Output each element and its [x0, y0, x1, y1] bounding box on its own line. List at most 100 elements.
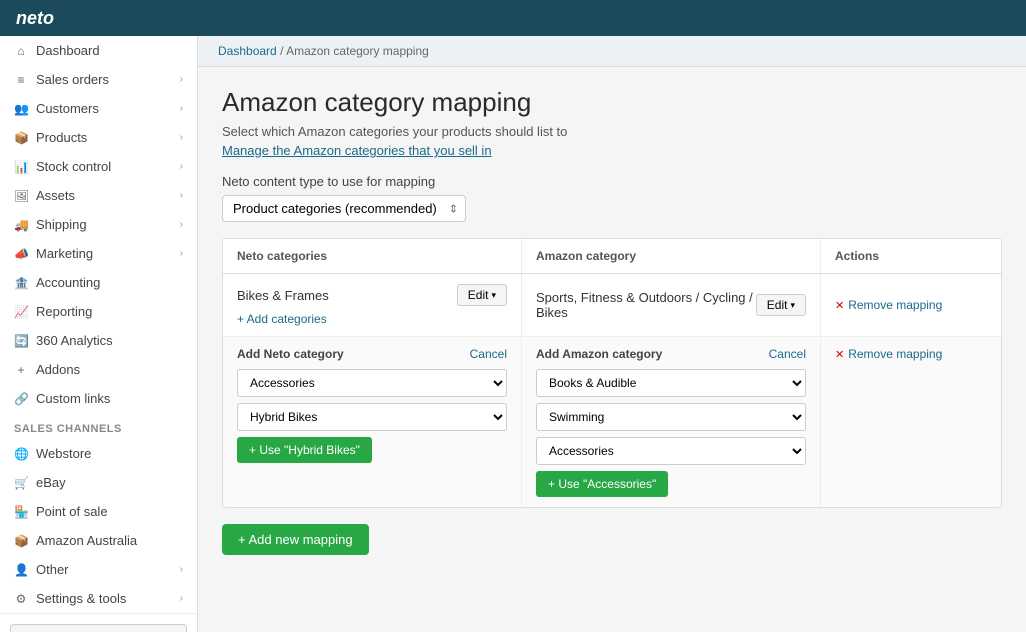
manage-categories-link[interactable]: Manage the Amazon categories that you se… [222, 143, 492, 158]
custom-links-icon: 🔗 [14, 392, 28, 406]
sidebar-item-label: Settings & tools [36, 591, 126, 606]
sidebar-item-label: Webstore [36, 446, 91, 461]
sidebar-item-label: Assets [36, 188, 75, 203]
use-hybrid-bikes-button[interactable]: + Use "Hybrid Bikes" [237, 437, 372, 463]
add-amazon-cancel[interactable]: Cancel [769, 347, 806, 361]
td-neto-cat: Bikes & Frames Edit ▾ + Add categories [223, 274, 522, 336]
sidebar-item-label: Products [36, 130, 87, 145]
products-icon: 📦 [14, 131, 28, 145]
mapping-type-label: Neto content type to use for mapping [222, 174, 1002, 189]
chevron-icon: › [180, 564, 183, 575]
sidebar-item-label: Custom links [36, 391, 110, 406]
sidebar-item-label: Accounting [36, 275, 100, 290]
sidebar-item-addons[interactable]: + Addons [0, 355, 197, 384]
neto-category-select-1[interactable]: Accessories [237, 369, 507, 397]
sidebar-item-label: Sales orders [36, 72, 109, 87]
row-main: Bikes & Frames Edit ▾ + Add categories S… [223, 274, 1001, 336]
sales-orders-icon: ≡ [14, 73, 28, 87]
mapping-type-select-wrapper: Product categories (recommended) [222, 195, 466, 222]
chevron-icon: › [180, 190, 183, 201]
sales-channels-section-label: Sales channels [0, 413, 197, 439]
sidebar-item-point-of-sale[interactable]: 🏪 Point of sale [0, 497, 197, 526]
sidebar-item-dashboard[interactable]: ⌂ Dashboard [0, 36, 197, 65]
reporting-icon: 📈 [14, 305, 28, 319]
mapping-table: Neto categories Amazon category Actions … [222, 238, 1002, 508]
chevron-icon: › [180, 132, 183, 143]
amazon-category-name: Sports, Fitness & Outdoors / Cycling / B… [536, 290, 756, 320]
sidebar-item-marketing[interactable]: 📣 Marketing › [0, 239, 197, 268]
content-area: Amazon category mapping Select which Ama… [198, 67, 1026, 575]
sidebar-item-label: Stock control [36, 159, 111, 174]
chevron-icon: › [180, 103, 183, 114]
assets-icon: 🖼 [14, 189, 28, 203]
add-amazon-td: Add Amazon category Cancel Books & Audib… [522, 337, 821, 507]
settings-icon: ⚙ [14, 592, 28, 606]
sidebar-item-ebay[interactable]: 🛒 eBay [0, 468, 197, 497]
edit-chevron-icon: ▾ [491, 290, 496, 301]
add-neto-cancel[interactable]: Cancel [470, 347, 507, 361]
stock-control-icon: 📊 [14, 160, 28, 174]
sidebar-item-other[interactable]: 👤 Other › [0, 555, 197, 584]
remove-mapping-link-2[interactable]: ✕ Remove mapping [835, 347, 987, 361]
sidebar-item-360-analytics[interactable]: 🔄 360 Analytics [0, 326, 197, 355]
sidebar-item-accounting[interactable]: 🏦 Accounting [0, 268, 197, 297]
amazon-category-select-3[interactable]: Accessories [536, 437, 806, 465]
topbar: neto [0, 0, 1026, 36]
add-neto-label: Add Neto category [237, 347, 344, 361]
sidebar-item-label: Point of sale [36, 504, 108, 519]
add-neto-td: Add Neto category Cancel Accessories Hyb… [223, 337, 522, 507]
sidebar-item-label: Marketing [36, 246, 93, 261]
sidebar-item-shipping[interactable]: 🚚 Shipping › [0, 210, 197, 239]
sidebar-item-label: Reporting [36, 304, 92, 319]
sidebar-item-label: Customers [36, 101, 99, 116]
sidebar-item-label: 360 Analytics [36, 333, 113, 348]
add-actions-td: ✕ Remove mapping [821, 337, 1001, 507]
edit-chevron-icon: ▾ [790, 300, 795, 311]
mapping-type-select[interactable]: Product categories (recommended) [222, 195, 466, 222]
td-actions: ✕ Remove mapping [821, 274, 1001, 336]
table-header: Neto categories Amazon category Actions [223, 239, 1001, 274]
analytics-icon: 🔄 [14, 334, 28, 348]
sidebar-item-custom-links[interactable]: 🔗 Custom links [0, 384, 197, 413]
sidebar-item-assets[interactable]: 🖼 Assets › [0, 181, 197, 210]
sidebar-item-stock-control[interactable]: 📊 Stock control › [0, 152, 197, 181]
add-new-mapping-button[interactable]: + Add new mapping [222, 524, 369, 555]
amazon-category-select-1[interactable]: Books & Audible [536, 369, 806, 397]
sidebar-item-label: eBay [36, 475, 66, 490]
chevron-icon: › [180, 161, 183, 172]
neto-edit-button[interactable]: Edit ▾ [457, 284, 507, 306]
refresh-caches-button[interactable]: ⟳ Refresh caches [10, 624, 187, 632]
add-amazon-label: Add Amazon category [536, 347, 662, 361]
sidebar-item-sales-orders[interactable]: ≡ Sales orders › [0, 65, 197, 94]
breadcrumb-home[interactable]: Dashboard [218, 44, 277, 58]
th-neto: Neto categories [223, 239, 522, 273]
neto-category-select-2[interactable]: Hybrid Bikes [237, 403, 507, 431]
amazon-category-select-2[interactable]: Swimming [536, 403, 806, 431]
page-subtitle: Select which Amazon categories your prod… [222, 124, 1002, 139]
x-icon: ✕ [835, 299, 844, 312]
sidebar-item-customers[interactable]: 👥 Customers › [0, 94, 197, 123]
neto-category-name: Bikes & Frames [237, 288, 329, 303]
x-icon-2: ✕ [835, 348, 844, 361]
sidebar-item-label: Other [36, 562, 69, 577]
amazon-edit-button[interactable]: Edit ▾ [756, 294, 806, 316]
marketing-icon: 📣 [14, 247, 28, 261]
sidebar-footer: ⟳ Refresh caches ◀ Minimise menu [0, 613, 197, 632]
amazon-icon: 📦 [14, 534, 28, 548]
use-accessories-button[interactable]: + Use "Accessories" [536, 471, 668, 497]
addons-icon: + [14, 363, 28, 377]
ebay-icon: 🛒 [14, 476, 28, 490]
sidebar-item-webstore[interactable]: 🌐 Webstore [0, 439, 197, 468]
sidebar-item-amazon-australia[interactable]: 📦 Amazon Australia [0, 526, 197, 555]
th-actions: Actions [821, 239, 1001, 273]
sidebar-item-products[interactable]: 📦 Products › [0, 123, 197, 152]
logo: neto [16, 8, 54, 29]
add-categories-link[interactable]: + Add categories [237, 312, 327, 326]
table-row: Bikes & Frames Edit ▾ + Add categories S… [223, 274, 1001, 507]
remove-mapping-link[interactable]: ✕ Remove mapping [835, 298, 942, 312]
sidebar-item-label: Addons [36, 362, 80, 377]
sidebar-item-settings[interactable]: ⚙ Settings & tools › [0, 584, 197, 613]
sidebar-item-label: Dashboard [36, 43, 100, 58]
main-content: Dashboard / Amazon category mapping Amaz… [198, 36, 1026, 632]
sidebar-item-reporting[interactable]: 📈 Reporting [0, 297, 197, 326]
